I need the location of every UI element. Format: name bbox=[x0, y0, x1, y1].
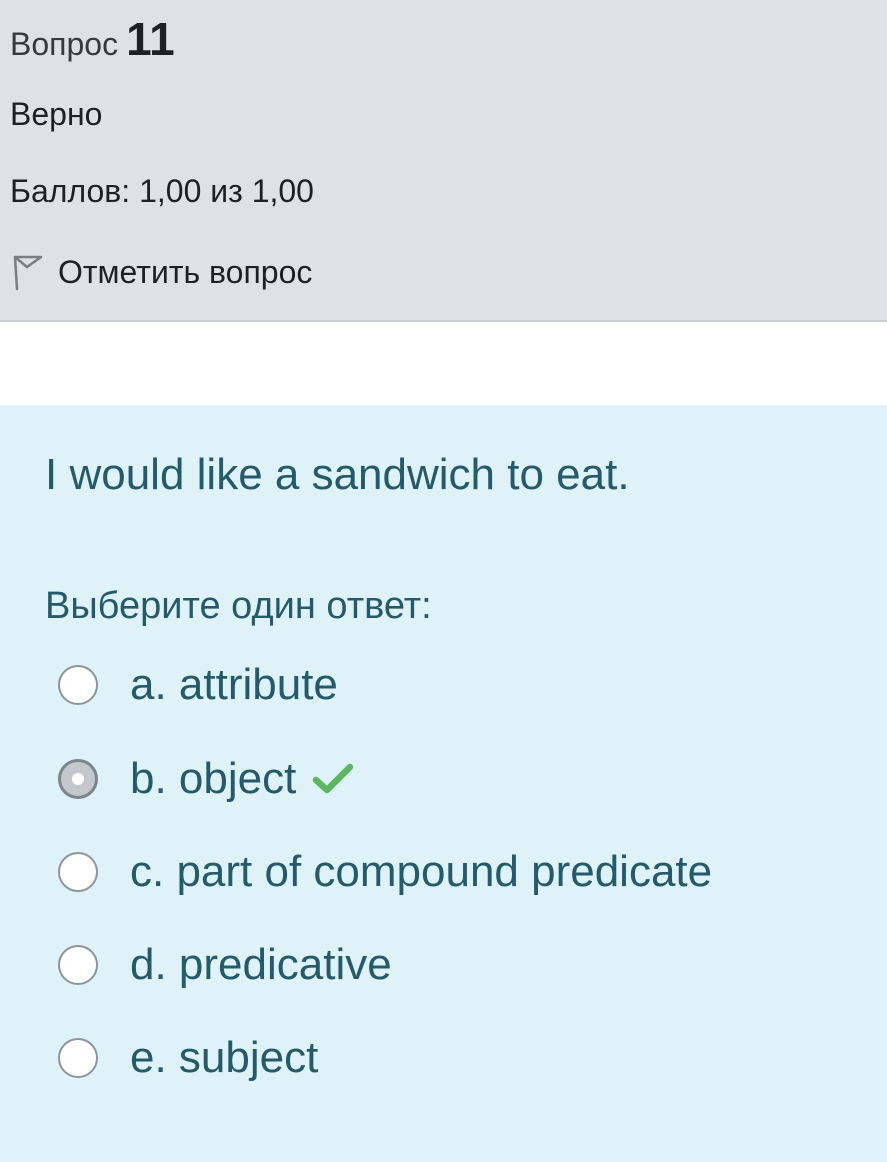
answer-option-e[interactable]: e. subject bbox=[58, 1033, 318, 1083]
answer-label-b: b. object bbox=[130, 754, 297, 803]
question-state: Верно bbox=[10, 96, 103, 132]
question-number: 11 bbox=[126, 13, 175, 65]
flag-question-label: Отметить вопрос bbox=[58, 253, 313, 290]
question-heading: Вопрос 11 bbox=[10, 12, 175, 66]
answer-radio-b[interactable] bbox=[58, 759, 98, 799]
question-label: Вопрос bbox=[10, 26, 119, 62]
answer-option-b[interactable]: b. object bbox=[58, 754, 354, 804]
question-grade: Баллов: 1,00 из 1,00 bbox=[10, 173, 314, 209]
flag-question-button[interactable]: Отметить вопрос bbox=[10, 252, 312, 292]
checkmark-icon bbox=[313, 763, 354, 794]
question-info-panel: Вопрос 11 Верно Баллов: 1,00 из 1,00 Отме… bbox=[0, 0, 887, 322]
flag-outline-icon bbox=[13, 255, 43, 291]
answer-radio-e[interactable] bbox=[58, 1038, 98, 1078]
answer-label-a: a. attribute bbox=[130, 660, 338, 709]
answer-label-e: e. subject bbox=[130, 1033, 319, 1082]
answer-option-d[interactable]: d. predicative bbox=[58, 940, 392, 990]
answer-radio-a[interactable] bbox=[58, 665, 98, 705]
answer-prompt: Выберите один ответ: bbox=[45, 585, 432, 627]
question-content-panel: I would like a sandwich to eat. Выберите… bbox=[0, 405, 887, 1162]
answer-radio-d[interactable] bbox=[58, 945, 98, 985]
answer-radio-c[interactable] bbox=[58, 852, 98, 892]
question-text: I would like a sandwich to eat. bbox=[45, 450, 630, 499]
answer-label-d: d. predicative bbox=[130, 940, 392, 989]
answer-option-a[interactable]: a. attribute bbox=[58, 660, 338, 710]
answer-option-c[interactable]: c. part of compound predicate bbox=[58, 847, 712, 897]
answer-label-c: c. part of compound predicate bbox=[130, 847, 713, 896]
